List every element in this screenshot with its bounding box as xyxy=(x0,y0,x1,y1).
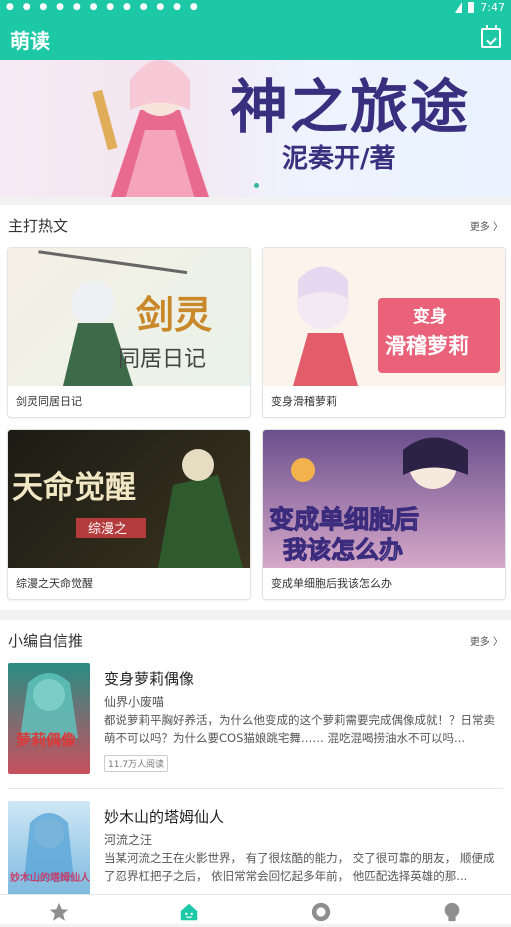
book-card[interactable]: 变成单细胞后 我该怎么办 变成单细胞后我该怎么办 xyxy=(262,429,506,600)
divider xyxy=(8,788,503,789)
signal-icon xyxy=(455,2,463,13)
carousel-indicator xyxy=(254,183,259,188)
section-title: 主打热文 xyxy=(8,217,69,235)
cover-title: 萝莉偶像 xyxy=(16,731,77,749)
book-cover: 剑灵 同居日记 xyxy=(8,248,250,386)
more-link[interactable]: 更多 〉 xyxy=(470,633,503,648)
cover-title: 剑灵 xyxy=(136,292,212,337)
banner-author: 泥奏开/著 xyxy=(282,144,396,174)
book-card[interactable]: 剑灵 同居日记 剑灵同居日记 xyxy=(7,247,251,418)
book-cover: 变身 滑稽萝莉 xyxy=(263,248,505,386)
bulb-icon xyxy=(444,902,460,922)
tab-bookshelf[interactable] xyxy=(48,901,70,923)
clock: 7:47 xyxy=(480,1,505,14)
book-title: 剑灵同居日记 xyxy=(16,395,82,408)
featured-section: 主打热文 更多 〉 剑灵 同居日记 剑灵同居日记 变身 滑稽萝莉 变身滑稽萝莉 … xyxy=(0,205,511,610)
cover-subtitle: 滑稽萝莉 xyxy=(385,334,469,358)
banner-title: 神之旅途 xyxy=(230,73,471,141)
bottom-tab-bar xyxy=(0,894,511,924)
home-icon xyxy=(180,903,198,921)
cover-subtitle: 同居日记 xyxy=(118,347,206,372)
section-title: 小编自信推 xyxy=(8,632,84,650)
more-link[interactable]: 更多 〉 xyxy=(470,218,503,233)
cover-subtitle: 我该怎么办 xyxy=(283,536,403,564)
book-card[interactable]: 变身 滑稽萝莉 变身滑稽萝莉 xyxy=(262,247,506,418)
book-cover: 变成单细胞后 我该怎么办 xyxy=(263,430,505,568)
book-author: 仙界小废喵 xyxy=(104,695,165,709)
status-bar: ● ● ● ● ● ● ● ● ● ● ● ● 7:47 xyxy=(0,0,511,16)
book-description: 都说萝莉平胸好养活，为什么他变成的这个萝莉需要完成偶像成就！？日常卖萌不可以吗？… xyxy=(104,713,495,745)
cover-title: 变身 xyxy=(413,306,447,327)
book-cover: 天命觉醒 综漫之 xyxy=(8,430,250,568)
app-title: 萌读 xyxy=(10,29,50,53)
book-cover: 萝莉偶像 xyxy=(8,663,90,774)
book-title: 综漫之天命觉醒 xyxy=(16,577,93,590)
notification-icons: ● ● ● ● ● ● ● ● ● ● ● ● xyxy=(6,2,201,12)
cover-title: 妙木山的塔姆仙人 xyxy=(10,871,90,884)
list-item[interactable]: 妙木山的塔姆仙人 妙木山的塔姆仙人 河流之汪 当某河流之王在火影世界， 有了很炫… xyxy=(0,798,511,894)
cover-title: 天命觉醒 xyxy=(12,470,136,506)
book-title: 变成单细胞后我该怎么办 xyxy=(271,577,392,590)
star-icon xyxy=(49,902,69,921)
cover-title: 变成单细胞后 xyxy=(269,505,419,534)
tab-discover[interactable] xyxy=(310,901,332,923)
app-bar: 萌读 xyxy=(0,16,511,60)
battery-icon xyxy=(468,2,475,13)
search-icon xyxy=(311,902,331,922)
book-title: 变身滑稽萝莉 xyxy=(271,395,337,408)
tab-home[interactable] xyxy=(178,901,200,923)
book-title: 变身萝莉偶像 xyxy=(104,670,195,688)
book-author: 河流之汪 xyxy=(104,833,153,847)
book-cover: 妙木山的塔姆仙人 xyxy=(8,801,90,894)
banner-illustration xyxy=(92,60,209,197)
cover-subtitle: 综漫之 xyxy=(88,522,127,537)
banner-carousel[interactable]: 神之旅途 泥奏开/著 xyxy=(0,60,511,197)
book-description: 当某河流之王在火影世界， 有了很炫酷的能力， 交了很可靠的朋友， 顺便成了忍界杠… xyxy=(104,851,495,883)
book-title: 妙木山的塔姆仙人 xyxy=(104,808,225,826)
read-count-badge: 11.7万人阅读 xyxy=(104,755,169,772)
checkin-calendar-icon[interactable] xyxy=(481,25,501,48)
tab-profile[interactable] xyxy=(441,901,463,923)
list-item[interactable]: 萝莉偶像 变身萝莉偶像 仙界小废喵 都说萝莉平胸好养活，为什么他变成的这个萝莉需… xyxy=(0,660,511,790)
book-card[interactable]: 天命觉醒 综漫之 综漫之天命觉醒 xyxy=(7,429,251,600)
